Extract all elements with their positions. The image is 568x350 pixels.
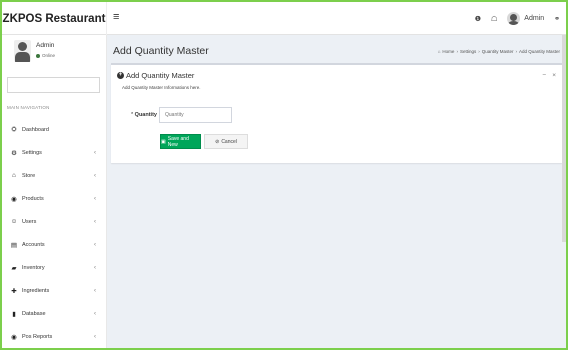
- chevron-left-icon: ‹: [94, 287, 96, 294]
- sidebar-item-label: Products: [22, 195, 44, 202]
- user-menu-label: Admin: [524, 15, 545, 22]
- sidebar-item-products[interactable]: ◉ Products ‹: [2, 187, 107, 210]
- sidebar-item-settings[interactable]: ⚙ Settings ‹: [2, 141, 107, 164]
- sidebar-item-label: Ingredients: [22, 287, 50, 294]
- sidebar-item-label: Store: [22, 172, 36, 179]
- plus-circle-icon: +: [117, 72, 124, 79]
- breadcrumb-home[interactable]: Home: [442, 49, 454, 54]
- online-dot-icon: [36, 53, 40, 58]
- sidebar-item-database[interactable]: ▮ Database ‹: [2, 302, 107, 325]
- chevron-left-icon: ‹: [94, 218, 96, 225]
- sidebar-item-icon: ✚: [11, 287, 17, 295]
- sidebar-item-icon: ▮: [12, 310, 16, 318]
- sidebar-item-label: Settings: [22, 149, 42, 156]
- cancel-icon: ⊘: [215, 138, 220, 145]
- sidebar-item-users[interactable]: ☺ Users ‹: [2, 210, 107, 233]
- sidebar-item-icon: ⚙: [11, 149, 17, 157]
- breadcrumb-settings[interactable]: Settings: [460, 49, 476, 54]
- chevron-left-icon: ‹: [94, 310, 96, 317]
- cancel-button-label: Cancel: [221, 138, 237, 145]
- collapse-icon[interactable]: −: [542, 72, 546, 79]
- home-icon: ⌂: [437, 49, 441, 54]
- avatar: [14, 40, 31, 62]
- user-avatar-icon: [507, 12, 521, 25]
- box-tools: − ×: [542, 72, 556, 79]
- breadcrumb-current: Add Quantity Master: [518, 49, 560, 54]
- box-subtitle: Add Quantity Master Informations here.: [122, 85, 201, 90]
- sidebar-search-input[interactable]: [7, 77, 100, 93]
- sidebar-item-icon: ☺: [10, 218, 18, 225]
- page-scrollbar[interactable]: [562, 35, 566, 242]
- save-button-label: Save and New: [167, 135, 189, 148]
- navbar-right: ❶ ☖ Admin ⚭: [475, 2, 560, 35]
- sidebar-item-inventory[interactable]: ▰ Inventory ‹: [2, 256, 107, 279]
- save-and-new-button[interactable]: ▣ Save and New: [160, 134, 201, 149]
- app-frame: ZKPOS Restaurant ≡ ❶ ☖ Admin ⚭ Admin Onl…: [0, 0, 568, 350]
- nav-header: MAIN NAVIGATION: [7, 105, 50, 110]
- user-panel: Admin Online: [2, 35, 107, 71]
- sidebar-item-icon: ⌂: [12, 172, 16, 179]
- sidebar-item-dashboard[interactable]: ⛭ Dashboard: [2, 118, 107, 141]
- sidebar-item-label: Pos Reports: [22, 333, 53, 340]
- form-box: + Add Quantity Master Add Quantity Maste…: [111, 63, 562, 163]
- required-marker: *: [131, 112, 134, 118]
- chevron-left-icon: ‹: [94, 172, 96, 179]
- content-wrapper: Add Quantity Master ⌂ Home › Settings › …: [107, 35, 566, 348]
- sidebar-item-icon: ▤: [10, 241, 18, 249]
- sidebar-item-label: Dashboard: [22, 126, 49, 133]
- cancel-button[interactable]: ⊘ Cancel: [204, 134, 248, 149]
- quantity-input[interactable]: [159, 107, 232, 123]
- sidebar-item-icon: ▰: [11, 264, 17, 272]
- sidebar-item-label: Users: [22, 218, 37, 225]
- top-navbar: ZKPOS Restaurant ≡ ❶ ☖ Admin ⚭: [2, 2, 566, 35]
- chevron-left-icon: ‹: [94, 333, 96, 340]
- sidebar-item-label: Accounts: [22, 241, 45, 248]
- bell-icon: ☖: [491, 15, 498, 23]
- page-title: Add Quantity Master: [113, 45, 209, 57]
- notification-icon[interactable]: ☖: [491, 15, 497, 23]
- sidebar-menu: ⛭ Dashboard ⚙ Settings ‹ ⌂ Store ‹ ◉ Products ‹ ☺ Us…: [2, 118, 107, 348]
- close-icon[interactable]: ×: [552, 72, 556, 79]
- breadcrumb-separator: ›: [515, 49, 517, 54]
- info-icon[interactable]: ❶: [475, 15, 481, 23]
- sidebar-item-icon: ⛭: [11, 125, 17, 133]
- brand-logo[interactable]: ZKPOS Restaurant: [2, 2, 107, 35]
- breadcrumb-separator: ›: [478, 49, 480, 54]
- chevron-left-icon: ‹: [94, 264, 96, 271]
- chevron-left-icon: ‹: [94, 195, 96, 202]
- control-sidebar-icon[interactable]: ⚭: [554, 15, 560, 23]
- user-status: Online: [36, 53, 55, 58]
- sidebar-item-label: Database: [22, 310, 46, 317]
- chevron-left-icon: ‹: [94, 241, 96, 248]
- breadcrumb-quantity-master[interactable]: Quantity Master: [482, 49, 514, 54]
- quantity-label: * Quantity: [131, 112, 157, 118]
- sidebar: Admin Online MAIN NAVIGATION ⛭ Dashboard ⚙…: [2, 35, 107, 348]
- quantity-label-text: Quantity: [134, 112, 157, 118]
- sidebar-item-ingredients[interactable]: ✚ Ingredients ‹: [2, 279, 107, 302]
- sidebar-item-store[interactable]: ⌂ Store ‹: [2, 164, 107, 187]
- box-title-label: Add Quantity Master: [126, 71, 195, 80]
- sidebar-item-label: Inventory: [22, 264, 45, 271]
- user-status-label: Online: [42, 53, 56, 58]
- save-icon: ▣: [161, 138, 166, 145]
- user-menu[interactable]: Admin: [507, 12, 544, 25]
- breadcrumb: ⌂ Home › Settings › Quantity Master › Ad…: [438, 49, 560, 54]
- sidebar-toggle-icon[interactable]: ≡: [113, 11, 119, 23]
- box-title: + Add Quantity Master: [117, 71, 194, 80]
- breadcrumb-separator: ›: [456, 49, 458, 54]
- sidebar-item-icon: ◉: [11, 195, 17, 203]
- sidebar-item-pos-reports[interactable]: ◉ Pos Reports ‹: [2, 325, 107, 348]
- sidebar-item-icon: ◉: [11, 333, 17, 341]
- user-name: Admin: [36, 42, 55, 49]
- sidebar-item-accounts[interactable]: ▤ Accounts ‹: [2, 233, 107, 256]
- chevron-left-icon: ‹: [94, 149, 96, 156]
